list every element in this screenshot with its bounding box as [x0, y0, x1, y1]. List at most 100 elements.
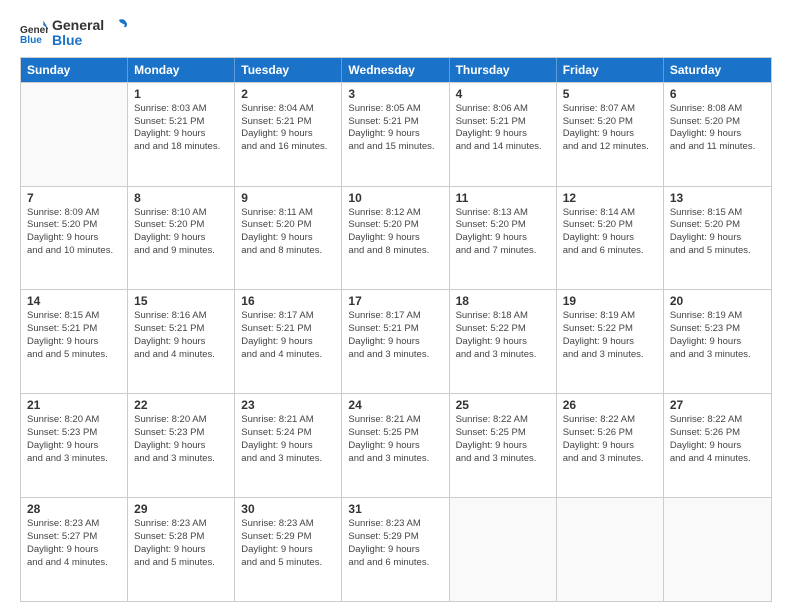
sunrise-text: Sunrise: 8:04 AM — [241, 103, 335, 116]
day-number: 6 — [670, 87, 765, 101]
daylight-text-cont: and and 3 minutes. — [134, 453, 228, 466]
sunrise-text: Sunrise: 8:19 AM — [563, 310, 657, 323]
daylight-text: Daylight: 9 hours — [563, 232, 657, 245]
sunrise-text: Sunrise: 8:17 AM — [241, 310, 335, 323]
daylight-text: Daylight: 9 hours — [670, 232, 765, 245]
sunrise-text: Sunrise: 8:07 AM — [563, 103, 657, 116]
calendar-cell: 6Sunrise: 8:08 AMSunset: 5:20 PMDaylight… — [664, 83, 771, 186]
logo-blue: Blue — [52, 33, 104, 48]
calendar-cell: 19Sunrise: 8:19 AMSunset: 5:22 PMDayligh… — [557, 290, 664, 393]
daylight-text-cont: and and 5 minutes. — [27, 349, 121, 362]
sunset-text: Sunset: 5:20 PM — [456, 219, 550, 232]
daylight-text-cont: and and 18 minutes. — [134, 141, 228, 154]
calendar-body: 1Sunrise: 8:03 AMSunset: 5:21 PMDaylight… — [21, 82, 771, 601]
sunrise-text: Sunrise: 8:21 AM — [241, 414, 335, 427]
calendar: SundayMondayTuesdayWednesdayThursdayFrid… — [20, 57, 772, 602]
daylight-text: Daylight: 9 hours — [134, 336, 228, 349]
calendar-cell: 22Sunrise: 8:20 AMSunset: 5:23 PMDayligh… — [128, 394, 235, 497]
calendar-row-4: 28Sunrise: 8:23 AMSunset: 5:27 PMDayligh… — [21, 497, 771, 601]
sunset-text: Sunset: 5:21 PM — [134, 323, 228, 336]
sunrise-text: Sunrise: 8:05 AM — [348, 103, 442, 116]
daylight-text: Daylight: 9 hours — [241, 128, 335, 141]
sunset-text: Sunset: 5:21 PM — [456, 116, 550, 129]
sunrise-text: Sunrise: 8:11 AM — [241, 207, 335, 220]
sunset-text: Sunset: 5:23 PM — [670, 323, 765, 336]
sunrise-text: Sunrise: 8:18 AM — [456, 310, 550, 323]
sunrise-text: Sunrise: 8:03 AM — [134, 103, 228, 116]
daylight-text: Daylight: 9 hours — [27, 544, 121, 557]
header-day-thursday: Thursday — [450, 58, 557, 82]
sunset-text: Sunset: 5:22 PM — [563, 323, 657, 336]
calendar-cell: 15Sunrise: 8:16 AMSunset: 5:21 PMDayligh… — [128, 290, 235, 393]
sunrise-text: Sunrise: 8:23 AM — [134, 518, 228, 531]
day-number: 25 — [456, 398, 550, 412]
sunset-text: Sunset: 5:21 PM — [27, 323, 121, 336]
day-number: 24 — [348, 398, 442, 412]
calendar-cell: 14Sunrise: 8:15 AMSunset: 5:21 PMDayligh… — [21, 290, 128, 393]
daylight-text: Daylight: 9 hours — [670, 440, 765, 453]
calendar-row-3: 21Sunrise: 8:20 AMSunset: 5:23 PMDayligh… — [21, 393, 771, 497]
calendar-cell: 10Sunrise: 8:12 AMSunset: 5:20 PMDayligh… — [342, 187, 449, 290]
daylight-text: Daylight: 9 hours — [348, 128, 442, 141]
daylight-text-cont: and and 11 minutes. — [670, 141, 765, 154]
sunrise-text: Sunrise: 8:14 AM — [563, 207, 657, 220]
sunrise-text: Sunrise: 8:21 AM — [348, 414, 442, 427]
sunset-text: Sunset: 5:21 PM — [134, 116, 228, 129]
sunrise-text: Sunrise: 8:13 AM — [456, 207, 550, 220]
header-day-saturday: Saturday — [664, 58, 771, 82]
daylight-text: Daylight: 9 hours — [456, 128, 550, 141]
sunset-text: Sunset: 5:20 PM — [241, 219, 335, 232]
sunrise-text: Sunrise: 8:06 AM — [456, 103, 550, 116]
daylight-text: Daylight: 9 hours — [348, 440, 442, 453]
daylight-text-cont: and and 3 minutes. — [670, 349, 765, 362]
daylight-text-cont: and and 3 minutes. — [563, 453, 657, 466]
calendar-row-2: 14Sunrise: 8:15 AMSunset: 5:21 PMDayligh… — [21, 289, 771, 393]
day-number: 19 — [563, 294, 657, 308]
day-number: 17 — [348, 294, 442, 308]
sunrise-text: Sunrise: 8:23 AM — [348, 518, 442, 531]
sunset-text: Sunset: 5:25 PM — [348, 427, 442, 440]
day-number: 3 — [348, 87, 442, 101]
daylight-text: Daylight: 9 hours — [456, 440, 550, 453]
calendar-cell: 4 Sunrise: 8:06 AMSunset: 5:21 PMDaylight… — [450, 83, 557, 186]
sunrise-text: Sunrise: 8:22 AM — [563, 414, 657, 427]
daylight-text-cont: and and 6 minutes. — [348, 557, 442, 570]
day-number: 22 — [134, 398, 228, 412]
daylight-text-cont: and and 3 minutes. — [456, 349, 550, 362]
daylight-text: Daylight: 9 hours — [670, 336, 765, 349]
sunset-text: Sunset: 5:23 PM — [27, 427, 121, 440]
sunset-text: Sunset: 5:29 PM — [348, 531, 442, 544]
day-number: 4 — [456, 87, 550, 101]
daylight-text: Daylight: 9 hours — [27, 336, 121, 349]
daylight-text: Daylight: 9 hours — [27, 440, 121, 453]
day-number: 2 — [241, 87, 335, 101]
calendar-row-1: 7Sunrise: 8:09 AMSunset: 5:20 PMDaylight… — [21, 186, 771, 290]
daylight-text: Daylight: 9 hours — [134, 440, 228, 453]
daylight-text: Daylight: 9 hours — [563, 440, 657, 453]
daylight-text-cont: and and 5 minutes. — [134, 557, 228, 570]
day-number: 5 — [563, 87, 657, 101]
day-number: 13 — [670, 191, 765, 205]
daylight-text: Daylight: 9 hours — [348, 232, 442, 245]
calendar-cell: 23Sunrise: 8:21 AMSunset: 5:24 PMDayligh… — [235, 394, 342, 497]
sunrise-text: Sunrise: 8:08 AM — [670, 103, 765, 116]
daylight-text-cont: and and 4 minutes. — [27, 557, 121, 570]
day-number: 8 — [134, 191, 228, 205]
calendar-cell: 27Sunrise: 8:22 AMSunset: 5:26 PMDayligh… — [664, 394, 771, 497]
daylight-text: Daylight: 9 hours — [348, 336, 442, 349]
daylight-text-cont: and and 3 minutes. — [563, 349, 657, 362]
header-day-wednesday: Wednesday — [342, 58, 449, 82]
header-day-tuesday: Tuesday — [235, 58, 342, 82]
sunset-text: Sunset: 5:20 PM — [27, 219, 121, 232]
daylight-text: Daylight: 9 hours — [241, 232, 335, 245]
daylight-text-cont: and and 4 minutes. — [134, 349, 228, 362]
daylight-text: Daylight: 9 hours — [348, 544, 442, 557]
day-number: 15 — [134, 294, 228, 308]
day-number: 10 — [348, 191, 442, 205]
day-number: 9 — [241, 191, 335, 205]
sunset-text: Sunset: 5:26 PM — [670, 427, 765, 440]
daylight-text-cont: and and 9 minutes. — [134, 245, 228, 258]
sunset-text: Sunset: 5:23 PM — [134, 427, 228, 440]
daylight-text-cont: and and 3 minutes. — [348, 349, 442, 362]
sunrise-text: Sunrise: 8:19 AM — [670, 310, 765, 323]
